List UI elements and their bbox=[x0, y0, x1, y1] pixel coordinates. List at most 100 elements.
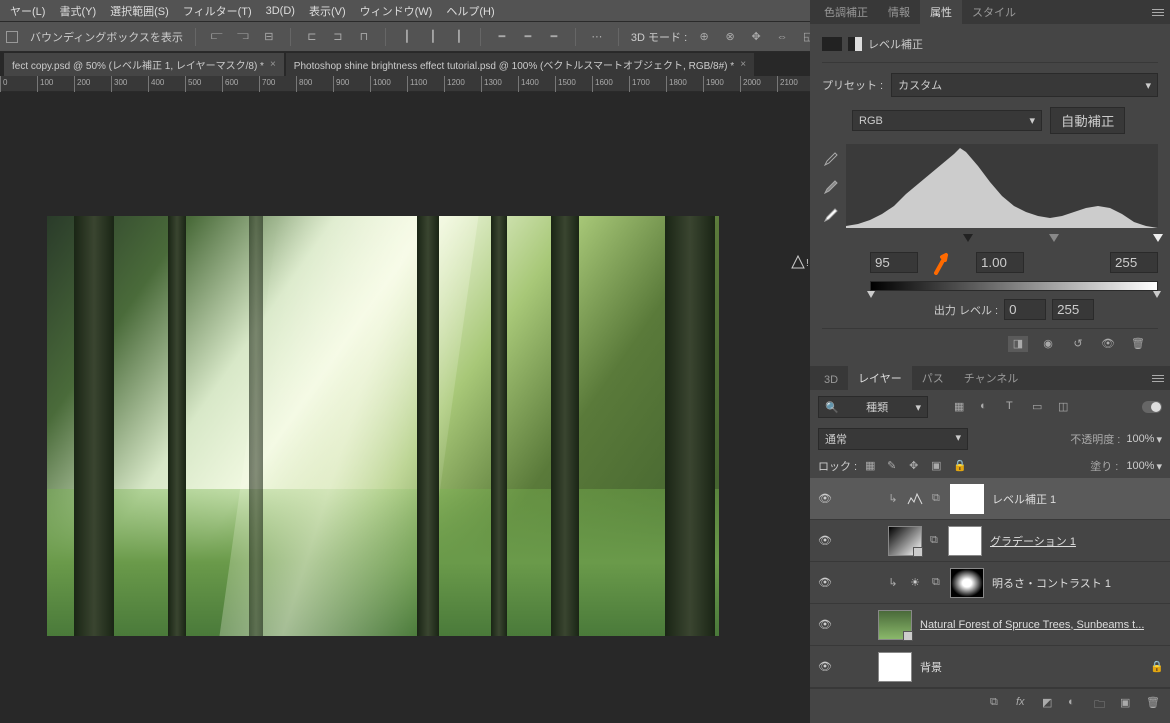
channel-dropdown[interactable]: RGB ▾ bbox=[852, 110, 1042, 131]
histogram[interactable] bbox=[846, 144, 1158, 228]
filter-type-icon[interactable]: T bbox=[1006, 400, 1020, 414]
tab-layers[interactable]: レイヤー bbox=[848, 365, 912, 390]
layer-name[interactable]: 背景 bbox=[920, 659, 942, 675]
layer-name[interactable]: Natural Forest of Spruce Trees, Sunbeams… bbox=[920, 619, 1144, 631]
trash-icon[interactable]: 🗑 bbox=[1146, 696, 1160, 710]
layer-name[interactable]: 明るさ・コントラスト 1 bbox=[992, 575, 1111, 591]
menu-layer[interactable]: ヤー(L) bbox=[4, 1, 51, 21]
document-tab-2[interactable]: Photoshop shine brightness effect tutori… bbox=[286, 53, 754, 76]
menu-3d[interactable]: 3D(D) bbox=[260, 3, 301, 19]
layer-row-gradient[interactable]: 👁 ⧉ グラデーション 1 bbox=[810, 520, 1170, 562]
layer-kind-dropdown[interactable]: 🔍 種類 ▾ bbox=[818, 396, 928, 418]
visibility-icon[interactable]: 👁 bbox=[818, 660, 832, 674]
link-layers-icon[interactable]: ⧉ bbox=[990, 696, 1004, 710]
fill-value[interactable]: 100% bbox=[1126, 460, 1154, 472]
bounding-box-checkbox[interactable] bbox=[6, 31, 18, 43]
layer-thumb[interactable] bbox=[888, 526, 922, 556]
output-white-slider[interactable] bbox=[1153, 291, 1161, 298]
menu-type[interactable]: 書式(Y) bbox=[53, 1, 102, 21]
blend-mode-dropdown[interactable]: 通常 ▾ bbox=[818, 428, 968, 450]
layer-mask-thumb[interactable] bbox=[948, 526, 982, 556]
input-white-field[interactable] bbox=[1110, 252, 1158, 273]
tab-info[interactable]: 情報 bbox=[878, 0, 920, 24]
lock-pixels-icon[interactable]: ✎ bbox=[887, 459, 901, 473]
output-white-field[interactable] bbox=[1052, 299, 1094, 320]
menu-help[interactable]: ヘルプ(H) bbox=[440, 1, 500, 21]
layer-mask-thumb[interactable] bbox=[950, 568, 984, 598]
menu-select[interactable]: 選択範囲(S) bbox=[104, 1, 175, 21]
input-gamma-field[interactable] bbox=[976, 252, 1024, 273]
layer-row-forest[interactable]: 👁 Natural Forest of Spruce Trees, Sunbea… bbox=[810, 604, 1170, 646]
close-icon[interactable]: × bbox=[740, 59, 746, 70]
layer-row-brightness[interactable]: 👁 ↳ ☀ ⧉ 明るさ・コントラスト 1 bbox=[810, 562, 1170, 604]
opacity-value[interactable]: 100% bbox=[1126, 433, 1154, 445]
chevron-down-icon[interactable]: ▾ bbox=[1156, 460, 1162, 473]
align-icon-5[interactable]: ⊐ bbox=[329, 28, 347, 46]
auto-button[interactable]: 自動補正 bbox=[1050, 107, 1125, 134]
document-canvas[interactable] bbox=[47, 216, 719, 636]
lock-transparency-icon[interactable]: ▦ bbox=[865, 459, 879, 473]
view-previous-icon[interactable]: ◉ bbox=[1038, 336, 1058, 352]
visibility-icon[interactable]: 👁 bbox=[818, 534, 832, 548]
filter-shape-icon[interactable]: ▭ bbox=[1032, 400, 1046, 414]
eyedropper-gray-icon[interactable] bbox=[822, 178, 838, 194]
midtone-slider[interactable] bbox=[1049, 234, 1059, 242]
distribute-icon-1[interactable]: ┃ bbox=[398, 28, 416, 46]
3d-slide-icon[interactable]: ⇔ bbox=[773, 28, 791, 46]
tab-paths[interactable]: パス bbox=[912, 365, 954, 390]
lock-artboard-icon[interactable]: ▣ bbox=[931, 459, 945, 473]
visibility-icon[interactable]: 👁 bbox=[818, 576, 832, 590]
document-tab-1[interactable]: fect copy.psd @ 50% (レベル補正 1, レイヤーマスク/8)… bbox=[4, 53, 284, 76]
3d-pan-icon[interactable]: ✥ bbox=[747, 28, 765, 46]
panel-menu-icon[interactable] bbox=[1150, 370, 1166, 386]
reset-icon[interactable]: ↺ bbox=[1068, 336, 1088, 352]
tab-properties[interactable]: 属性 bbox=[920, 0, 962, 24]
align-icon-1[interactable]: ⫍ bbox=[208, 28, 226, 46]
output-black-slider[interactable] bbox=[867, 291, 875, 298]
close-icon[interactable]: × bbox=[270, 59, 276, 70]
black-point-slider[interactable] bbox=[963, 234, 973, 242]
align-icon-6[interactable]: ⊓ bbox=[355, 28, 373, 46]
layer-thumb[interactable] bbox=[878, 652, 912, 682]
tab-color-correction[interactable]: 色調補正 bbox=[814, 0, 878, 24]
link-icon[interactable]: ⧉ bbox=[932, 492, 942, 505]
filter-adjustment-icon[interactable]: ◐ bbox=[980, 400, 994, 414]
visibility-icon[interactable]: 👁 bbox=[1098, 336, 1118, 352]
visibility-icon[interactable]: 👁 bbox=[818, 492, 832, 506]
menu-filter[interactable]: フィルター(T) bbox=[177, 1, 258, 21]
align-icon-3[interactable]: ⊟ bbox=[260, 28, 278, 46]
align-icon-2[interactable]: ⫎ bbox=[234, 28, 252, 46]
link-icon[interactable]: ⧉ bbox=[932, 576, 942, 589]
distribute-icon-3[interactable]: ┃ bbox=[450, 28, 468, 46]
distribute-icon-5[interactable]: ━ bbox=[519, 28, 537, 46]
layer-style-icon[interactable]: fx bbox=[1016, 696, 1030, 710]
chevron-down-icon[interactable]: ▾ bbox=[1156, 433, 1162, 446]
tab-styles[interactable]: スタイル bbox=[962, 0, 1026, 24]
new-layer-icon[interactable]: ▣ bbox=[1120, 696, 1134, 710]
layer-thumb[interactable] bbox=[878, 610, 912, 640]
tab-3d[interactable]: 3D bbox=[814, 369, 848, 390]
distribute-icon-6[interactable]: ━ bbox=[545, 28, 563, 46]
canvas-area[interactable] bbox=[0, 92, 810, 723]
distribute-icon-2[interactable]: ┃ bbox=[424, 28, 442, 46]
filter-pixel-icon[interactable]: ▦ bbox=[954, 400, 968, 414]
preset-dropdown[interactable]: カスタム ▾ bbox=[891, 73, 1158, 97]
menu-view[interactable]: 表示(V) bbox=[303, 1, 352, 21]
input-black-field[interactable] bbox=[870, 252, 918, 273]
layer-name[interactable]: レベル補正 1 bbox=[992, 491, 1056, 507]
lock-all-icon[interactable]: 🔒 bbox=[953, 459, 967, 473]
3d-roll-icon[interactable]: ⊗ bbox=[721, 28, 739, 46]
filter-toggle[interactable] bbox=[1142, 401, 1162, 413]
white-point-slider[interactable] bbox=[1153, 234, 1163, 242]
clip-to-layer-icon[interactable]: ◨ bbox=[1008, 336, 1028, 352]
layer-row-levels[interactable]: 👁 ↳ ⧉ レベル補正 1 bbox=[810, 478, 1170, 520]
input-slider-track[interactable] bbox=[870, 234, 1158, 246]
visibility-icon[interactable]: 👁 bbox=[818, 618, 832, 632]
adjustment-layer-icon[interactable]: ◐ bbox=[1068, 696, 1082, 710]
panel-menu-icon[interactable] bbox=[1150, 4, 1166, 20]
group-icon[interactable]: 🗀 bbox=[1094, 696, 1108, 710]
link-icon[interactable]: ⧉ bbox=[930, 534, 940, 547]
align-icon-4[interactable]: ⊏ bbox=[303, 28, 321, 46]
eyedropper-white-icon[interactable] bbox=[822, 206, 838, 222]
layer-mask-thumb[interactable] bbox=[950, 484, 984, 514]
